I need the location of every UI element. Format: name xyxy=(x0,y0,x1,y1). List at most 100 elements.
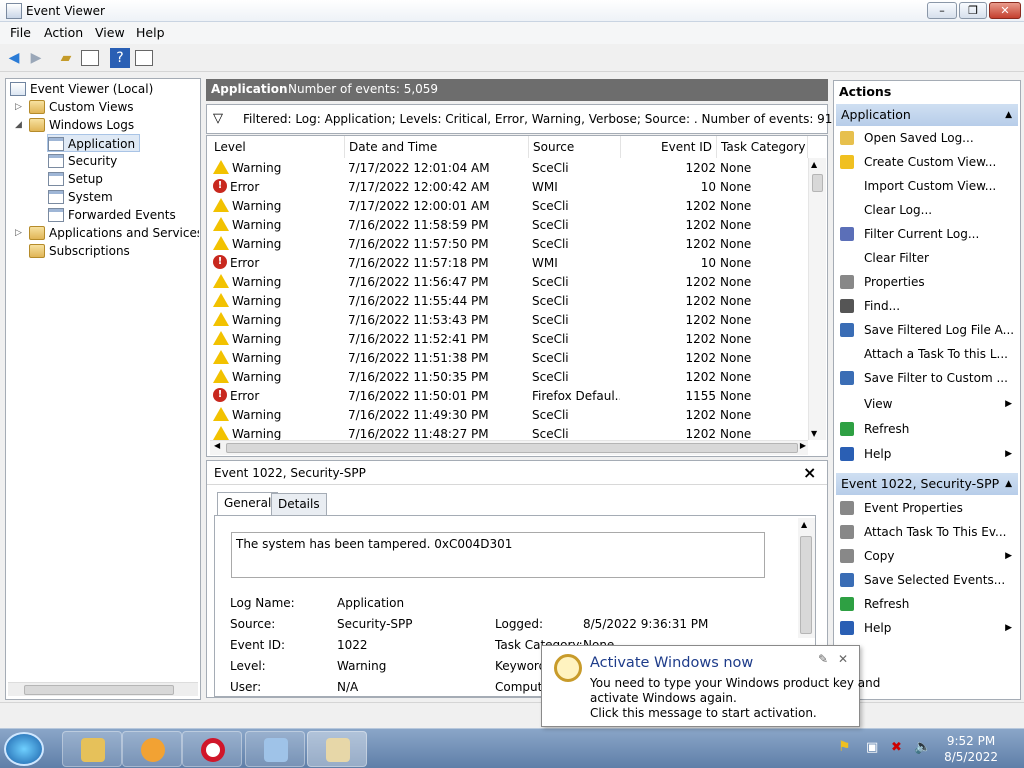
actions-section-event[interactable]: Event 1022, Security-SPP ▲ xyxy=(836,473,1018,495)
table-row[interactable]: Warning 7/16/2022 11:51:38 PM SceCli 1202 No… xyxy=(210,349,808,368)
table-row[interactable]: ! Error 7/16/2022 11:50:01 PM Firefox Defau… xyxy=(210,387,808,406)
menu-help[interactable]: Help xyxy=(136,25,165,40)
action-attach-a-task-to-this-l[interactable]: Attach a Task To this L... xyxy=(838,343,1018,365)
help-icon[interactable]: ? xyxy=(110,48,130,68)
table-row[interactable]: ! Error 7/17/2022 12:00:42 AM WMI 10 None xyxy=(210,178,808,197)
menu-action[interactable]: Action xyxy=(44,25,83,40)
event-action-event-properties[interactable]: Event Properties xyxy=(838,497,1018,519)
taskbar-media-player[interactable] xyxy=(122,731,182,767)
taskbar-opera[interactable] xyxy=(182,731,242,767)
action-import-custom-view[interactable]: Import Custom View... xyxy=(838,175,1018,197)
tab-details[interactable]: Details xyxy=(271,493,327,515)
action-open-saved-log[interactable]: Open Saved Log... xyxy=(838,127,1018,149)
action-view[interactable]: View ▶ xyxy=(838,393,1018,415)
expand-arrow-icon[interactable]: ▷ xyxy=(15,228,22,238)
maximize-button[interactable]: ❐ xyxy=(959,2,987,19)
cell-level: Warning xyxy=(213,235,343,254)
flag-error-icon[interactable]: ✖ xyxy=(891,740,902,755)
col-event-id[interactable]: Event ID xyxy=(621,136,717,158)
start-button[interactable] xyxy=(4,732,44,766)
close-button[interactable]: ✕ xyxy=(989,2,1021,19)
tab-general[interactable]: General xyxy=(217,492,279,515)
action-refresh[interactable]: Refresh xyxy=(838,418,1018,440)
log-icon xyxy=(48,172,64,186)
tree-item-windows-logs[interactable]: Windows Logs xyxy=(29,116,134,134)
table-row[interactable]: Warning 7/16/2022 11:49:30 PM SceCli 1202 No… xyxy=(210,406,808,425)
action-label: Copy xyxy=(864,549,895,563)
event-action-attach-task-to-this-ev[interactable]: Attach Task To This Ev... xyxy=(838,521,1018,543)
tree-item-application[interactable]: Application xyxy=(47,134,141,152)
taskbar-explorer[interactable] xyxy=(62,731,122,767)
table-row[interactable]: Warning 7/16/2022 11:52:41 PM SceCli 1202 No… xyxy=(210,330,808,349)
event-action-refresh[interactable]: Refresh xyxy=(838,593,1018,615)
menu-file[interactable]: File xyxy=(10,25,31,40)
submenu-arrow-icon: ▶ xyxy=(1005,399,1012,409)
tree-item-forwarded-events[interactable]: Forwarded Events xyxy=(48,206,176,224)
events-vertical-scrollbar[interactable]: ▲ ▼ xyxy=(808,158,826,440)
event-action-save-selected-events[interactable]: Save Selected Events... xyxy=(838,569,1018,591)
expand-arrow-icon[interactable]: ▷ xyxy=(15,102,22,112)
show-hide-tree-icon[interactable] xyxy=(80,48,100,68)
clock[interactable]: 9:52 PM 8/5/2022 xyxy=(944,733,998,765)
tree-item-root[interactable]: Event Viewer (Local) xyxy=(10,80,153,98)
table-row[interactable]: Warning 7/16/2022 11:58:59 PM SceCli 1202 No… xyxy=(210,216,808,235)
tree-item-setup[interactable]: Setup xyxy=(48,170,103,188)
table-row[interactable]: Warning 7/17/2022 12:00:01 AM SceCli 1202 No… xyxy=(210,197,808,216)
action-create-custom-view[interactable]: Create Custom View... xyxy=(838,151,1018,173)
tree-item-custom-views[interactable]: Custom Views xyxy=(29,98,134,116)
detail-vertical-scrollbar[interactable]: ▲ xyxy=(798,518,815,638)
table-row[interactable]: Warning 7/16/2022 11:55:44 PM SceCli 1202 No… xyxy=(210,292,808,311)
action-clear-filter[interactable]: Clear Filter xyxy=(838,247,1018,269)
actions-section-application[interactable]: Application ▲ xyxy=(836,104,1018,126)
taskbar-control-panel[interactable] xyxy=(245,731,305,767)
table-row[interactable]: Warning 7/16/2022 11:53:43 PM SceCli 1202 No… xyxy=(210,311,808,330)
table-row[interactable]: ! Error 7/16/2022 11:57:18 PM WMI 10 None xyxy=(210,254,808,273)
events-horizontal-scrollbar[interactable]: ◀ ▶ xyxy=(210,440,808,455)
table-row[interactable]: Warning 7/16/2022 11:57:50 PM SceCli 1202 No… xyxy=(210,235,808,254)
volume-icon[interactable]: 🔈 xyxy=(914,739,931,755)
table-row[interactable]: Warning 7/17/2022 12:01:04 AM SceCli 1202 No… xyxy=(210,159,808,178)
minimize-button[interactable]: – xyxy=(927,2,957,19)
tree-item-subscriptions[interactable]: Subscriptions xyxy=(29,242,130,260)
network-icon[interactable]: ▣ xyxy=(866,740,878,755)
show-hide-action-pane-icon[interactable] xyxy=(134,48,154,68)
col-task-category[interactable]: Task Category xyxy=(717,136,808,158)
level-text: Warning xyxy=(232,370,282,384)
event-action-help[interactable]: Help ▶ xyxy=(838,617,1018,639)
activation-balloon[interactable]: Activate Windows now ✎ ✕ You need to typ… xyxy=(541,645,880,727)
action-properties[interactable]: Properties xyxy=(838,271,1018,293)
tree-horizontal-scrollbar[interactable] xyxy=(8,682,198,696)
detail-close-icon[interactable]: × xyxy=(803,463,816,482)
action-icon xyxy=(840,447,854,461)
taskbar-event-viewer[interactable] xyxy=(307,731,367,767)
action-find[interactable]: Find... xyxy=(838,295,1018,317)
collapse-arrow-icon[interactable]: ◢ xyxy=(15,120,22,130)
event-message[interactable]: The system has been tampered. 0xC004D301 xyxy=(231,532,765,578)
back-arrow-icon[interactable]: ◀ xyxy=(4,48,24,68)
menu-view[interactable]: View xyxy=(95,25,125,40)
col-date-time[interactable]: Date and Time xyxy=(345,136,529,158)
action-save-filter-to-custom[interactable]: Save Filter to Custom ... xyxy=(838,367,1018,389)
pin-icon[interactable]: ✎ xyxy=(818,652,828,666)
table-row[interactable]: Warning 7/16/2022 11:56:47 PM SceCli 1202 No… xyxy=(210,273,808,292)
event-count: Number of events: 5,059 xyxy=(288,82,439,96)
collapse-arrow-icon: ▲ xyxy=(1005,110,1012,120)
event-action-copy[interactable]: Copy ▶ xyxy=(838,545,1018,567)
action-help[interactable]: Help ▶ xyxy=(838,443,1018,465)
col-level[interactable]: Level xyxy=(210,136,345,158)
open-folder-icon[interactable]: ▰ xyxy=(56,48,76,68)
cell-task-category: None xyxy=(720,389,752,403)
tree-item-security[interactable]: Security xyxy=(48,152,117,170)
action-save-filtered-log-file-a[interactable]: Save Filtered Log File A... xyxy=(838,319,1018,341)
table-row[interactable]: Warning 7/16/2022 11:50:35 PM SceCli 1202 No… xyxy=(210,368,808,387)
balloon-close-icon[interactable]: ✕ xyxy=(838,652,848,666)
action-icon xyxy=(840,501,854,515)
col-source[interactable]: Source xyxy=(529,136,621,158)
action-clear-log[interactable]: Clear Log... xyxy=(838,199,1018,221)
tree-item-system[interactable]: System xyxy=(48,188,113,206)
action-filter-current-log[interactable]: Filter Current Log... xyxy=(838,223,1018,245)
error-icon: ! xyxy=(213,179,227,193)
tree-item-apps-services[interactable]: Applications and Services Lo xyxy=(29,224,199,242)
action-center-flag-icon[interactable]: ⚑ xyxy=(838,739,851,755)
forward-arrow-icon[interactable]: ▶ xyxy=(26,48,46,68)
